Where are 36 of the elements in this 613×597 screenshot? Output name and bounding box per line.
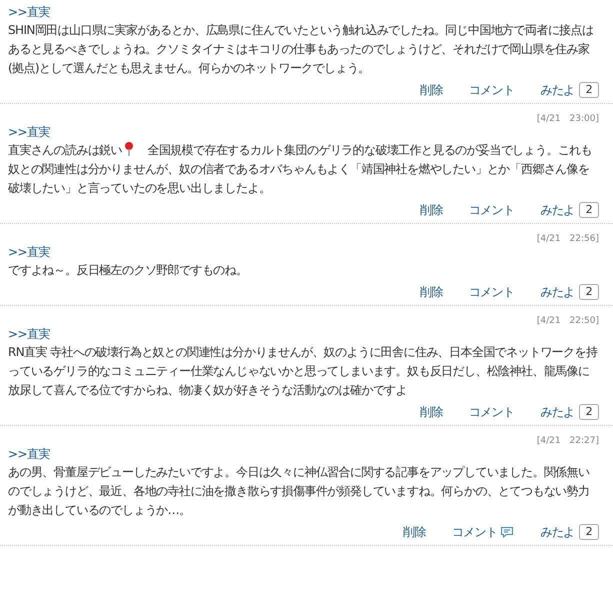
comment-date: [4/21 22:56] [536,233,599,244]
comment-date: [4/21 22:27] [536,435,599,446]
author-link[interactable]: >>直実 [8,447,50,461]
comment-text: 直実さんの読みは鋭い 全国規模で存在するカルト集団のゲリラ的な破壊工作と見るのが妥当でしょう。これも奴との関連性は分かりませんが、奴の信者であるオバちゃんもよく「靖国神社を燃やしたい」とか「西郷さん像を破壊したい」と言っていたのを思い出しましたよ。 [8,141,594,197]
comment-link[interactable]: コメント [468,202,514,218]
author-link[interactable]: >>直実 [8,125,50,139]
delete-link[interactable]: 削除 [420,404,443,420]
like-count: 2 [578,82,599,98]
comment-text: あの男、骨董屋デビューしたみたいですよ。今日は久々に神仏習合に関する記事をアップしていました。関係無いのでしょうけど、最近、各地の寺社に油を撒き散らす損傷事件が頻発していますね。何らかの、とてつもない勢力が動き出しているのでしょうか…。 [8,464,590,519]
comment-text: ですよね～。反日極左のクソ野郎ですものね。 [8,262,248,279]
delete-link[interactable]: 削除 [420,202,443,218]
like-count: 2 [578,524,599,540]
like-link[interactable]: みたよ [540,202,575,218]
comment-date: [4/21 23:00] [536,113,599,124]
comment-link[interactable]: コメント [468,404,514,420]
comment-text: SHIN岡田は山口県に実家があるとか、広島県に住んでいたという触れ込みでしたね。同じ中国地方で両者に接点はあると見るべきでしょうね。クソミタイナミはキコリの仕事もあったのでしょうけど、それだけで岡山県を住み家(拠点)として選んだとも思えません。何らかのネットワークでしょう。 [8,22,594,77]
delete-link[interactable]: 削除 [402,524,426,540]
delete-link[interactable]: 削除 [420,82,443,98]
like-count: 2 [578,404,599,420]
like-link[interactable]: みたよ [540,404,575,420]
author-link[interactable]: >>直実 [8,327,50,341]
speech-bubble-icon [500,526,514,538]
comment-date: [4/21 22:50] [536,315,599,326]
comment-link[interactable]: コメント [468,82,514,98]
comment-link[interactable]: コメント [452,524,498,540]
like-link[interactable]: みたよ [540,82,575,98]
pin-icon [124,141,134,157]
like-link[interactable]: みたよ [540,524,575,540]
author-link[interactable]: >>直実 [8,245,50,259]
like-count: 2 [578,284,599,300]
comment-text: RN直実 寺社への破壊行為と奴との関連性は分かりませんが、奴のように田舎に住み、日本全国でネットワークを持っているゲリラ的なコミュニティー仕業なんじゃないかと思ってしまいます。奴も反日だし、松陰神社、龍馬像に放尿して喜んでる位ですからね、物凄く奴が好きそうな活動なのは確かですよ [8,344,598,399]
comment-link[interactable]: コメント [468,284,514,300]
author-link[interactable]: >>直実 [8,5,50,19]
like-link[interactable]: みたよ [540,284,575,300]
delete-link[interactable]: 削除 [420,284,443,300]
like-count: 2 [578,202,599,218]
